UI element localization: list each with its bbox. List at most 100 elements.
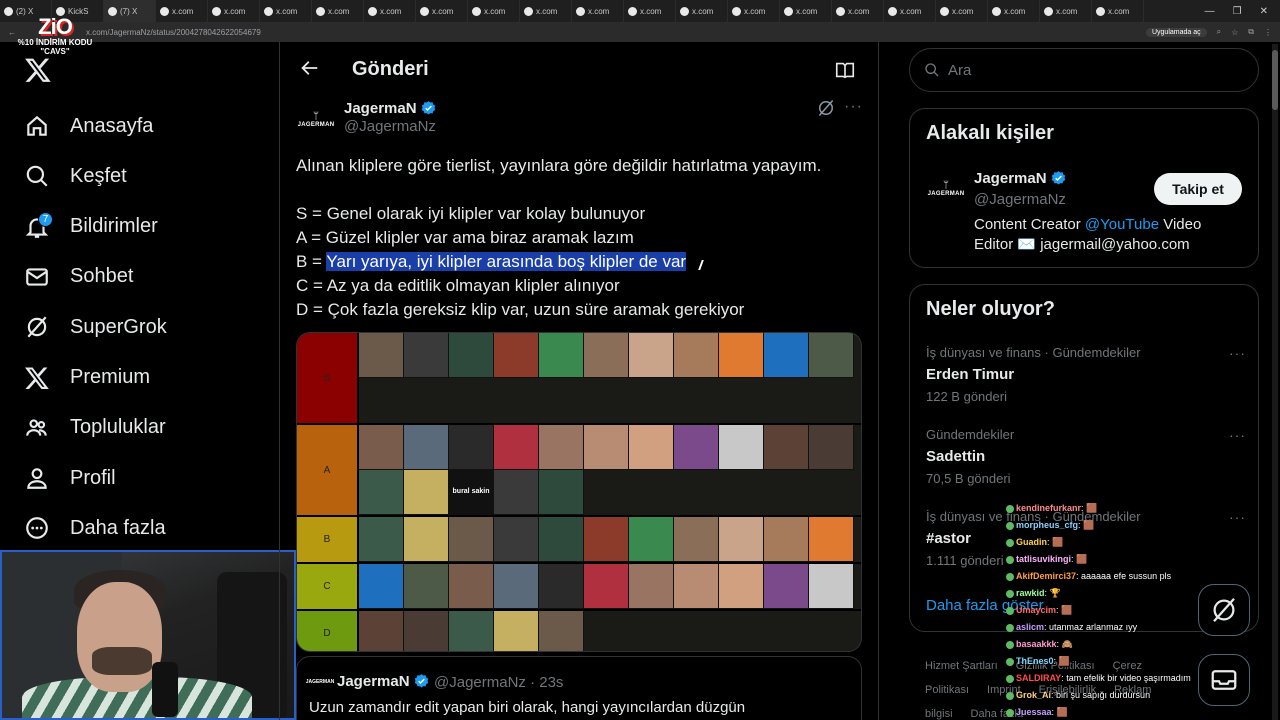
browser-tab[interactable]: x.com bbox=[572, 0, 624, 22]
reply-author-name[interactable]: JagermaN bbox=[337, 673, 410, 690]
author-handle[interactable]: @JagermaNz bbox=[344, 118, 437, 135]
browser-tab[interactable]: x.com bbox=[312, 0, 364, 22]
grok-icon[interactable] bbox=[816, 98, 836, 118]
browser-tab[interactable]: x.com bbox=[364, 0, 416, 22]
nav-item-4[interactable]: SuperGrok bbox=[24, 307, 167, 347]
streamer-tile bbox=[584, 425, 629, 470]
tier-label: B bbox=[297, 517, 359, 562]
chat-message: morpheus_cfg: 🟫 bbox=[1006, 517, 1236, 534]
reply-handle-time[interactable]: @JagermaNz · 23s bbox=[434, 674, 563, 691]
back-arrow-icon[interactable] bbox=[298, 57, 320, 79]
tier-description-line: A = Güzel klipler var ama biraz aramak l… bbox=[296, 226, 821, 250]
nav-item-3[interactable]: Sohbet bbox=[24, 257, 133, 297]
nav-label: Anasayfa bbox=[70, 114, 154, 137]
menu-icon[interactable]: ⋮ bbox=[1264, 28, 1272, 37]
search-icon bbox=[925, 63, 939, 77]
tier-items bbox=[359, 611, 861, 651]
tier-description: Genel olarak iyi klipler var kolay bulun… bbox=[326, 204, 646, 223]
streamer-tile bbox=[764, 517, 809, 562]
tab-title: x.com bbox=[172, 6, 194, 16]
nav-label: Daha fazla bbox=[70, 516, 166, 539]
author-name[interactable]: JagermaN bbox=[344, 100, 417, 117]
url-field[interactable]: x.com/JagermaNz/status/20042780426220546… bbox=[86, 28, 261, 37]
streamer-tile bbox=[629, 425, 674, 470]
maximize-icon[interactable]: ❐ bbox=[1233, 6, 1242, 17]
close-icon[interactable]: ✕ bbox=[1260, 6, 1268, 17]
reply-avatar[interactable]: JAGERMAN bbox=[306, 671, 334, 693]
open-in-app-button[interactable]: Uygulamada aç bbox=[1145, 27, 1207, 37]
tier-label: A bbox=[297, 425, 359, 515]
browser-tab[interactable]: x.com bbox=[416, 0, 468, 22]
minimize-icon[interactable]: — bbox=[1205, 6, 1215, 17]
author-avatar[interactable]: ᛘ JAGERMAN bbox=[296, 100, 336, 140]
nav-item-5[interactable]: Premium bbox=[24, 358, 150, 398]
grok-fab-button[interactable] bbox=[1198, 584, 1250, 636]
youtube-link[interactable]: @YouTube bbox=[1085, 216, 1159, 233]
more-options-icon[interactable]: ··· bbox=[844, 98, 863, 116]
x-logo-icon[interactable] bbox=[24, 56, 52, 84]
nav-item-0[interactable]: Anasayfa bbox=[24, 106, 153, 146]
tab-favicon-icon bbox=[472, 6, 481, 16]
browser-tab[interactable]: (7) X bbox=[104, 0, 156, 22]
search-icon bbox=[26, 166, 48, 187]
page-scrollbar[interactable] bbox=[1272, 44, 1278, 720]
tab-title: x.com bbox=[900, 6, 922, 16]
nav-item-2[interactable]: 7 Bildirimler bbox=[24, 207, 158, 247]
messages-fab-button[interactable] bbox=[1198, 654, 1250, 706]
tab-favicon-icon bbox=[992, 6, 1001, 16]
browser-tab[interactable]: x.com bbox=[780, 0, 832, 22]
tier-description-line: B = Yarı yarıya, iyi klipler arasında bo… bbox=[296, 250, 821, 274]
browser-tab[interactable]: x.com bbox=[624, 0, 676, 22]
nav-item-7[interactable]: Profil bbox=[24, 458, 116, 498]
trend-item[interactable]: İş dünyası ve finans · Gündemdekiler Erde… bbox=[926, 345, 1246, 404]
nav-item-6[interactable]: Topluluklar bbox=[24, 408, 166, 448]
reply-post[interactable]: JAGERMAN JagermaN @JagermaNz · 23s Uzun … bbox=[296, 656, 862, 720]
streamer-tile bbox=[359, 564, 404, 609]
streamer-tile bbox=[719, 517, 764, 562]
tier-row-a: Abural sakin bbox=[297, 425, 861, 517]
browser-tab[interactable]: x.com bbox=[260, 0, 312, 22]
browser-tab[interactable]: x.com bbox=[676, 0, 728, 22]
browser-tab[interactable]: x.com bbox=[1040, 0, 1092, 22]
follow-button[interactable]: Takip et bbox=[1154, 173, 1242, 205]
reader-mode-icon[interactable] bbox=[834, 59, 856, 81]
tier-items bbox=[359, 333, 861, 423]
search-input[interactable]: Ara bbox=[909, 48, 1259, 92]
nav-item-8[interactable]: Daha fazla bbox=[24, 508, 166, 548]
tier-description: Az ya da editlik olmayan klipler alınıyo… bbox=[326, 276, 620, 295]
scrollbar-thumb[interactable] bbox=[1272, 50, 1278, 110]
streamer-tile bbox=[539, 517, 584, 562]
tab-title: x.com bbox=[796, 6, 818, 16]
bookmark-star-icon[interactable]: ☆ bbox=[1231, 28, 1238, 37]
streamer-tile bbox=[494, 470, 539, 515]
browser-tab[interactable]: x.com bbox=[468, 0, 520, 22]
browser-tab[interactable]: x.com bbox=[1092, 0, 1144, 22]
trend-item[interactable]: Gündemdekiler Sadettin 70,5 B gönderi ··· bbox=[926, 427, 1246, 486]
related-avatar[interactable]: ᛘ JAGERMAN bbox=[926, 169, 966, 209]
related-name[interactable]: JagermaN bbox=[974, 170, 1047, 187]
browser-tab[interactable]: x.com bbox=[832, 0, 884, 22]
browser-tab[interactable]: x.com bbox=[936, 0, 988, 22]
tab-favicon-icon bbox=[1044, 6, 1053, 16]
extensions-icon[interactable]: ⧉ bbox=[1248, 27, 1254, 37]
footer-link[interactable]: Hizmet Şartları bbox=[925, 660, 998, 672]
related-people-card: Alakalı kişiler ᛘ JAGERMAN JagermaN @Jag… bbox=[909, 108, 1259, 268]
streamer-tile bbox=[404, 611, 449, 651]
nav-item-1[interactable]: Keşfet bbox=[24, 156, 127, 196]
browser-tab[interactable]: x.com bbox=[208, 0, 260, 22]
zoom-icon[interactable]: ⌕ bbox=[1217, 27, 1221, 37]
more-options-icon[interactable]: ··· bbox=[1229, 427, 1246, 443]
browser-tab[interactable]: x.com bbox=[884, 0, 936, 22]
post-intro: Alınan kliplere göre tierlist, yayınlara… bbox=[296, 156, 822, 175]
post-author[interactable]: ᛘ JAGERMAN JagermaN @JagermaNz bbox=[296, 100, 437, 140]
nav-label: Premium bbox=[70, 366, 151, 388]
browser-tab[interactable]: x.com bbox=[156, 0, 208, 22]
more-options-icon[interactable]: ··· bbox=[1229, 345, 1246, 361]
tierlist-image[interactable]: S Abural sakin B C D bbox=[296, 332, 862, 652]
related-handle[interactable]: @JagermaNz bbox=[974, 191, 1066, 208]
browser-tab[interactable]: x.com bbox=[728, 0, 780, 22]
browser-tab[interactable]: x.com bbox=[520, 0, 572, 22]
streamer-tile bbox=[404, 564, 449, 609]
chat-text: : 🟫 bbox=[1053, 656, 1070, 666]
browser-tab[interactable]: x.com bbox=[988, 0, 1040, 22]
